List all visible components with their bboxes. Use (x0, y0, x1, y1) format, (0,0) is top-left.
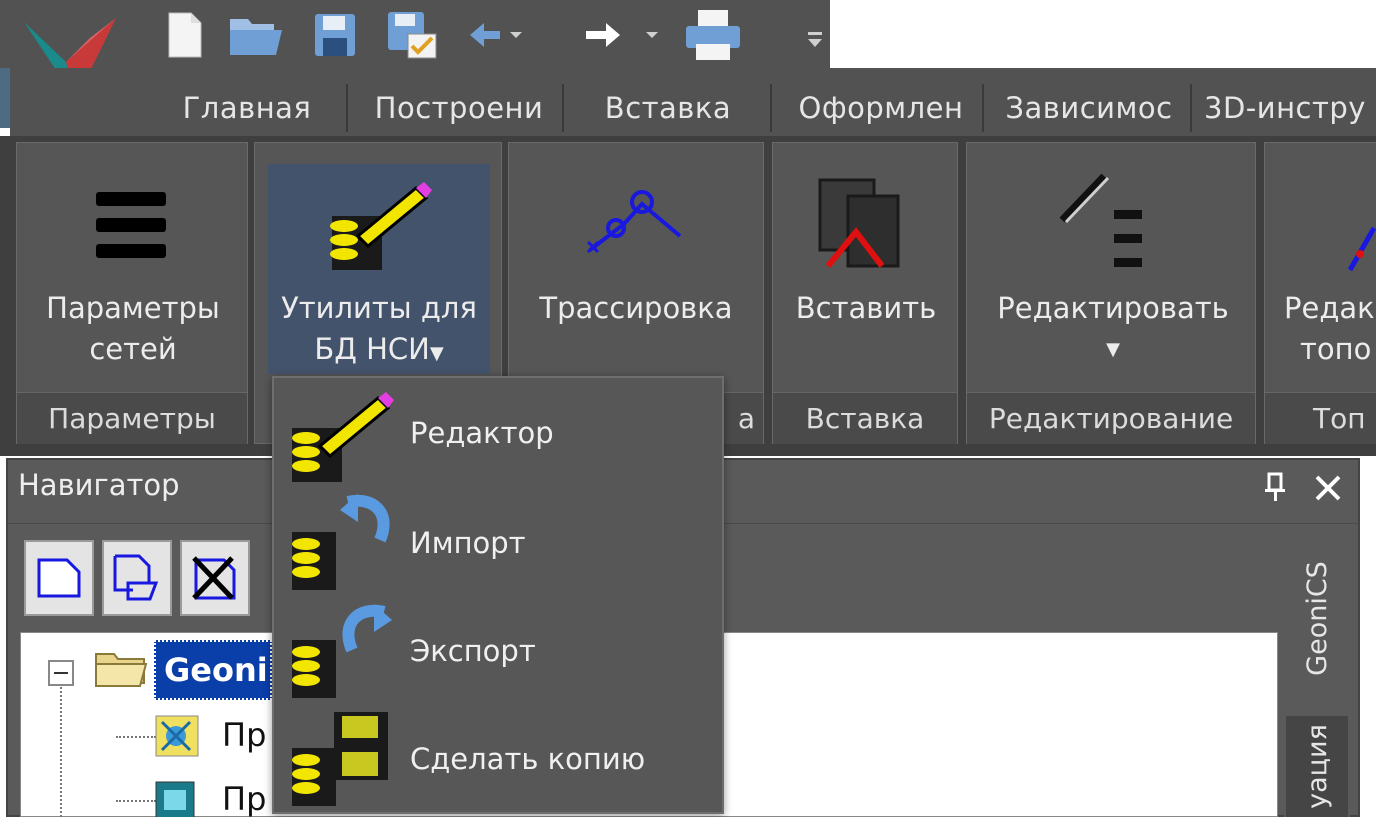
tree-root-item[interactable]: Geoni (154, 640, 272, 700)
tree-item[interactable]: Пр (222, 780, 270, 817)
pin-icon[interactable] (1260, 470, 1290, 504)
settings-icon (154, 714, 200, 762)
close-icon[interactable] (1310, 470, 1346, 506)
button-label-line: Редактировать (997, 291, 1229, 325)
tracing-button[interactable]: Трассировка (516, 288, 756, 329)
redo-icon[interactable] (580, 10, 666, 60)
database-export-icon (288, 600, 398, 706)
edit-button[interactable]: Редактировать ▼ (974, 288, 1252, 370)
tree-collapse-toggle[interactable] (48, 660, 74, 686)
project-icon (154, 780, 200, 817)
tab-separator (1190, 84, 1192, 132)
tab-insert[interactable]: Вставка (596, 82, 740, 134)
ribbon-group-label: Редактирование (967, 392, 1255, 444)
folder-open-icon (92, 644, 152, 694)
database-pencil-icon (288, 384, 398, 490)
chevron-down-icon: ▼ (1106, 339, 1120, 360)
ribbon-group-label: Параметры (17, 392, 247, 444)
topo-edit-icon (1346, 220, 1376, 284)
tab-separator (770, 84, 772, 132)
open-project-icon[interactable] (102, 540, 172, 616)
tab-separator (346, 84, 348, 132)
button-label-line: БД НСИ (314, 332, 430, 366)
database-pencil-icon (318, 176, 434, 280)
print-icon[interactable] (682, 10, 744, 60)
tree-item[interactable]: Пр (222, 716, 270, 754)
undo-icon[interactable] (466, 10, 526, 60)
window-edge (0, 68, 10, 128)
database-backup-icon (288, 708, 398, 814)
insert-button[interactable]: Вставить (780, 288, 952, 329)
close-project-icon[interactable] (180, 540, 250, 616)
customize-icon[interactable] (804, 30, 826, 50)
ribbon-group-label: Топ (1265, 392, 1376, 444)
menu-item-label: Экспорт (410, 634, 536, 668)
edit-lines-icon (1058, 172, 1158, 276)
tracing-icon (580, 180, 684, 264)
network-parameters-icon (96, 190, 166, 264)
tab-separator (562, 84, 564, 132)
tab-build[interactable]: Построени (360, 82, 558, 134)
button-label-line: Утилиты для (281, 291, 477, 325)
tree-connector (116, 736, 156, 738)
menu-item-label: Сделать копию (410, 742, 646, 776)
side-tab-situation[interactable]: уация (1286, 716, 1348, 817)
open-folder-icon[interactable] (226, 10, 288, 60)
tab-dependencies[interactable]: Зависимос (992, 82, 1186, 134)
button-label-line: Вставить (795, 291, 937, 325)
network-parameters-button[interactable]: Параметры сетей (20, 288, 246, 370)
title-bar-empty (830, 0, 1376, 68)
database-import-icon (288, 492, 398, 598)
new-file-icon[interactable] (160, 10, 210, 60)
tab-home[interactable]: Главная (172, 82, 322, 134)
minus-icon (54, 672, 68, 674)
side-tab-geonics[interactable]: GeoniCS (1286, 532, 1348, 704)
save-icon[interactable] (310, 10, 360, 60)
tab-3d-tools[interactable]: 3D-инстру (1204, 82, 1376, 134)
new-project-icon[interactable] (24, 540, 94, 616)
edit-topo-button[interactable]: Редак топо (1270, 288, 1376, 370)
save-as-icon[interactable] (384, 10, 440, 60)
tree-connector (116, 800, 156, 802)
button-label-line: сетей (89, 332, 177, 366)
insert-block-icon (818, 176, 914, 276)
menu-item-label: Редактор (410, 416, 554, 450)
chevron-down-icon: ▼ (429, 343, 444, 364)
menu-item-label: Импорт (410, 526, 526, 560)
side-tab-label: уация (1301, 724, 1333, 809)
tab-design[interactable]: Оформлен (784, 82, 978, 134)
tab-separator (982, 84, 984, 132)
tree-connector (60, 680, 62, 817)
button-label-line: Параметры (46, 291, 220, 325)
button-label-line: Редак (1284, 291, 1375, 325)
button-label-line: Трассировка (539, 291, 733, 325)
ribbon-group-label: Вставка (773, 392, 957, 444)
nsi-utilities-button[interactable]: Утилиты для БД НСИ▼ (266, 288, 492, 374)
side-tab-label: GeoniCS (1301, 560, 1333, 676)
button-label-line: топо (1300, 332, 1372, 366)
navigator-title: Навигатор (18, 468, 180, 502)
